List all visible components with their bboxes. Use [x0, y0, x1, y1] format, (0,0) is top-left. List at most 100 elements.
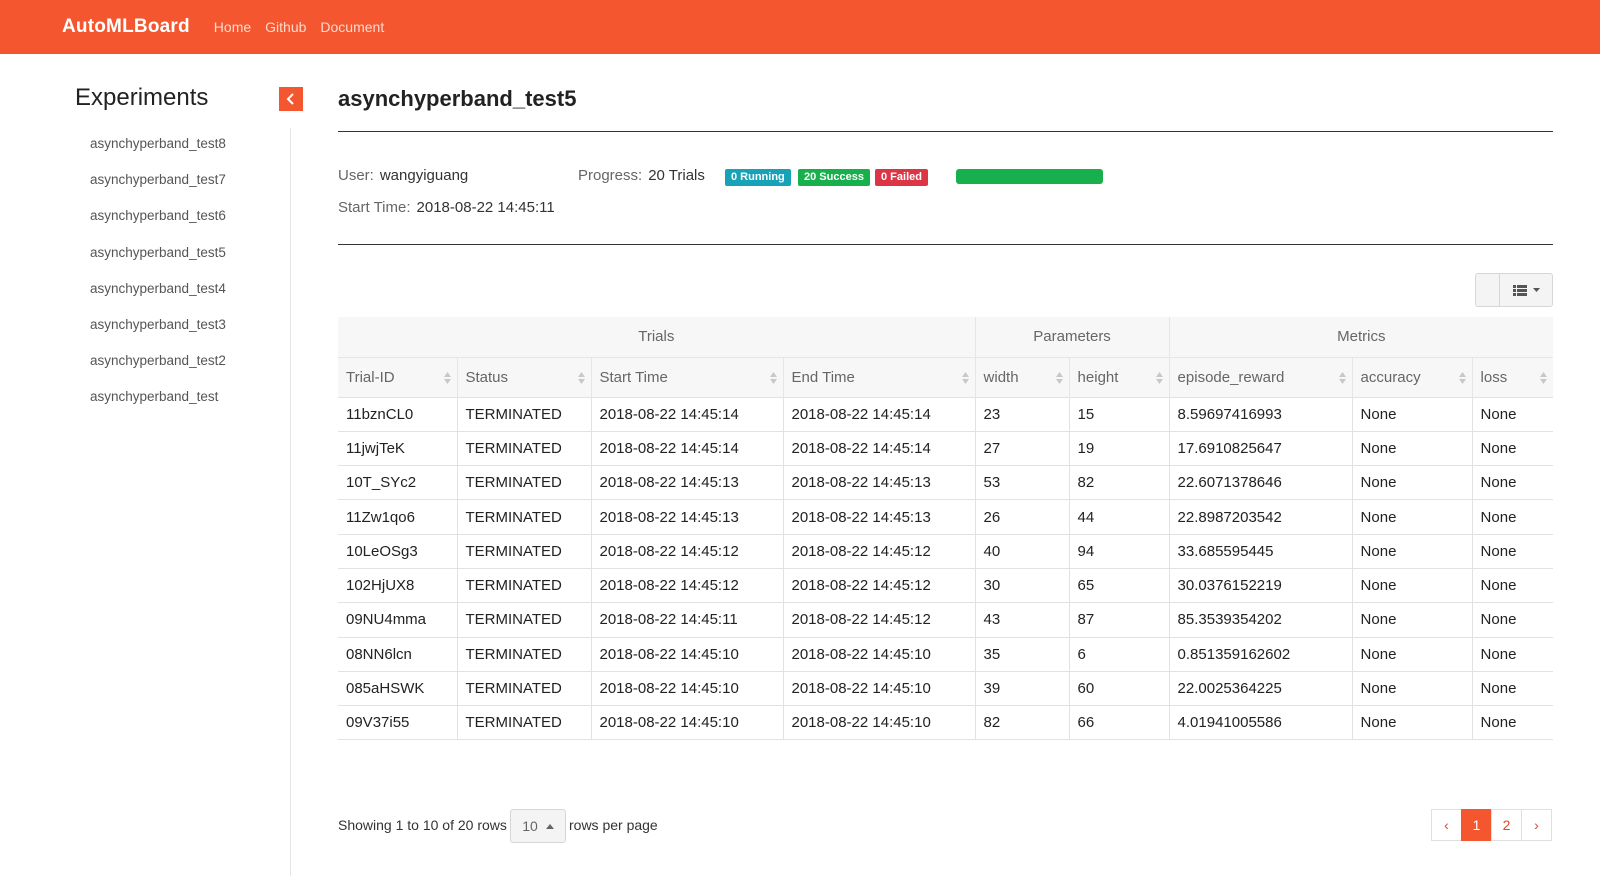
- status-cell: TERMINATED: [456, 636, 591, 672]
- sort-icon: [1540, 371, 1548, 384]
- sidebar-item-experiment[interactable]: asynchyperband_test4: [90, 281, 226, 317]
- group-header-parameters: Parameters: [974, 317, 1170, 357]
- trial-id-link[interactable]: 102HjUX8: [338, 567, 457, 603]
- trial-id-link[interactable]: 10T_SYc2: [338, 465, 457, 500]
- table-row: 09V37i55 TERMINATED 2018-08-22 14:45:10 201…: [338, 705, 1554, 741]
- trial-id-link[interactable]: 085aHSWK: [338, 670, 457, 706]
- loss-cell: None: [1471, 636, 1554, 672]
- status-cell: TERMINATED: [456, 670, 591, 706]
- sidebar-item-experiment[interactable]: asynchyperband_test3: [90, 317, 226, 353]
- sidebar-item-experiment[interactable]: asynchyperband_test5: [90, 245, 226, 281]
- start-time-cell: 2018-08-22 14:45:11: [590, 602, 783, 638]
- sort-icon: [1155, 371, 1163, 384]
- page-2-button[interactable]: 2: [1491, 809, 1522, 841]
- loss-cell: None: [1471, 465, 1554, 500]
- column-header-label: Trial-ID: [346, 368, 395, 386]
- list-icon: [1512, 284, 1527, 296]
- pagination: ‹ 1 2 ›: [1431, 809, 1552, 841]
- height-cell: 15: [1068, 396, 1170, 432]
- table-row: 11Zw1qo6 TERMINATED 2018-08-22 14:45:13 201…: [338, 499, 1554, 535]
- trial-id-link[interactable]: 09V37i55: [338, 705, 457, 741]
- col-header-episode-reward[interactable]: episode_reward: [1168, 356, 1353, 397]
- column-header-label: width: [983, 368, 1019, 386]
- columns-toggle-button[interactable]: [1475, 273, 1553, 307]
- column-header-label: episode_reward: [1177, 368, 1285, 386]
- episode-reward-cell: 33.685595445: [1168, 533, 1353, 569]
- table-row: 10LeOSg3 TERMINATED 2018-08-22 14:45:12 201…: [338, 533, 1554, 569]
- sidebar-item-experiment[interactable]: asynchyperband_test2: [90, 353, 226, 389]
- success-badge: 20 Success: [798, 169, 870, 186]
- info-divider: [338, 244, 1553, 245]
- trial-id-link[interactable]: 11bznCL0: [338, 396, 457, 432]
- episode-reward-cell: 8.59697416993: [1168, 396, 1353, 432]
- loss-cell: None: [1471, 396, 1554, 432]
- status-cell: TERMINATED: [456, 602, 591, 638]
- brand-logo[interactable]: AutoMLBoard: [62, 16, 190, 38]
- nav-github-link[interactable]: Github: [265, 19, 306, 35]
- episode-reward-cell: 22.0025364225: [1168, 670, 1353, 706]
- title-divider: [338, 131, 1553, 132]
- width-cell: 82: [974, 705, 1070, 741]
- accuracy-cell: None: [1351, 636, 1473, 672]
- col-header-height[interactable]: height: [1068, 356, 1170, 397]
- table-row: 09NU4mma TERMINATED 2018-08-22 14:45:11 201…: [338, 602, 1554, 638]
- sidebar-title: Experiments: [75, 84, 209, 111]
- sort-icon: [577, 371, 585, 384]
- height-cell: 19: [1068, 430, 1170, 466]
- width-cell: 39: [974, 670, 1070, 706]
- nav-links: Home Github Document: [214, 19, 398, 35]
- col-header-start-time[interactable]: Start Time: [590, 356, 783, 397]
- page-size-select[interactable]: 10: [510, 809, 566, 843]
- end-time-cell: 2018-08-22 14:45:13: [782, 465, 976, 500]
- trial-id-link[interactable]: 11jwjTeK: [338, 430, 457, 466]
- loss-cell: None: [1471, 670, 1554, 706]
- sidebar-item-experiment[interactable]: asynchyperband_test6: [90, 208, 226, 244]
- col-header-loss[interactable]: loss: [1471, 356, 1554, 397]
- trial-id-link[interactable]: 10LeOSg3: [338, 533, 457, 569]
- width-cell: 53: [974, 465, 1070, 500]
- progress-bar: [956, 169, 1103, 184]
- experiment-list: asynchyperband_test8 asynchyperband_test…: [90, 136, 226, 426]
- page-size-value: 10: [522, 818, 538, 834]
- status-cell: TERMINATED: [456, 499, 591, 535]
- nav-document-link[interactable]: Document: [320, 19, 384, 35]
- start-time-value: 2018-08-22 14:45:11: [416, 199, 555, 216]
- end-time-cell: 2018-08-22 14:45:14: [782, 430, 976, 466]
- col-header-status[interactable]: Status: [456, 356, 591, 397]
- trial-id-link[interactable]: 08NN6lcn: [338, 636, 457, 672]
- page-next-button[interactable]: ›: [1521, 809, 1552, 841]
- page-prev-button[interactable]: ‹: [1431, 809, 1462, 841]
- user-info: User: wangyiguang: [338, 167, 468, 184]
- col-header-end-time[interactable]: End Time: [782, 356, 976, 397]
- sidebar-item-experiment[interactable]: asynchyperband_test: [90, 389, 226, 425]
- accuracy-cell: None: [1351, 533, 1473, 569]
- status-cell: TERMINATED: [456, 465, 591, 500]
- trial-id-link[interactable]: 09NU4mma: [338, 602, 457, 638]
- experiment-title: asynchyperband_test5: [338, 86, 577, 111]
- sidebar-item-experiment[interactable]: asynchyperband_test8: [90, 136, 226, 172]
- status-cell: TERMINATED: [456, 396, 591, 432]
- trial-id-link[interactable]: 11Zw1qo6: [338, 499, 457, 535]
- loss-cell: None: [1471, 499, 1554, 535]
- accuracy-cell: None: [1351, 602, 1473, 638]
- columns-dropdown[interactable]: [1500, 274, 1552, 306]
- loss-cell: None: [1471, 430, 1554, 466]
- col-header-trial-id[interactable]: Trial-ID: [338, 356, 457, 397]
- sidebar-item-experiment[interactable]: asynchyperband_test7: [90, 172, 226, 208]
- loss-cell: None: [1471, 533, 1554, 569]
- accuracy-cell: None: [1351, 499, 1473, 535]
- table-row: 102HjUX8 TERMINATED 2018-08-22 14:45:12 201…: [338, 567, 1554, 603]
- nav-home-link[interactable]: Home: [214, 19, 251, 35]
- collapse-sidebar-button[interactable]: [279, 87, 303, 111]
- sort-icon: [769, 371, 777, 384]
- end-time-cell: 2018-08-22 14:45:12: [782, 533, 976, 569]
- table-row: 085aHSWK TERMINATED 2018-08-22 14:45:10 201…: [338, 670, 1554, 706]
- page-1-button[interactable]: 1: [1461, 809, 1492, 841]
- width-cell: 30: [974, 567, 1070, 603]
- start-time-cell: 2018-08-22 14:45:10: [590, 705, 783, 741]
- column-header-label: accuracy: [1360, 368, 1421, 386]
- col-header-width[interactable]: width: [974, 356, 1070, 397]
- height-cell: 87: [1068, 602, 1170, 638]
- progress-label: Progress:: [578, 167, 643, 184]
- col-header-accuracy[interactable]: accuracy: [1351, 356, 1473, 397]
